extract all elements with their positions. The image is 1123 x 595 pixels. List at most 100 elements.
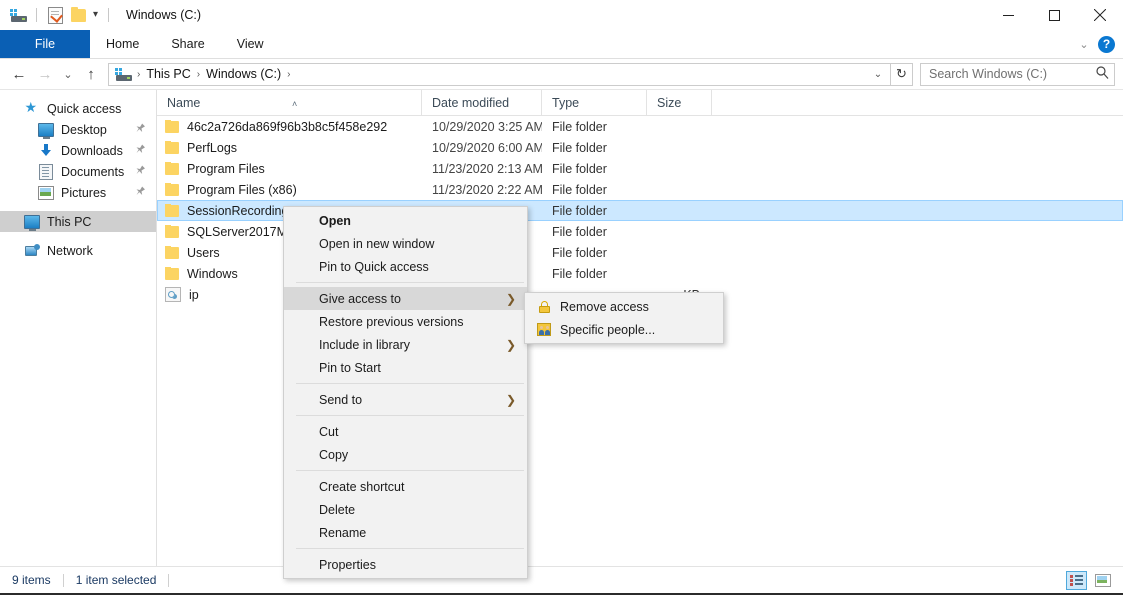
network-icon: [24, 243, 40, 259]
forward-button[interactable]: →: [32, 62, 58, 86]
submenu-item-specific-people[interactable]: Specific people...: [525, 318, 723, 341]
column-header-date-modified[interactable]: Date modified: [422, 90, 542, 116]
context-menu-item-restore-previous-versions[interactable]: Restore previous versions: [284, 310, 527, 333]
search-icon[interactable]: [1096, 66, 1109, 82]
file-name: Windows: [187, 267, 238, 281]
folder-icon: [165, 226, 179, 238]
folder-icon: [165, 163, 179, 175]
file-name-cell: 46c2a726da869f96b3b8c5f458e292: [157, 120, 422, 134]
context-menu-item-properties[interactable]: Properties: [284, 553, 527, 576]
address-dropdown-icon[interactable]: ⌄: [868, 64, 888, 85]
details-view-button[interactable]: [1066, 571, 1087, 590]
explorer-body: Quick access Desktop Downloads Documents: [0, 90, 1123, 566]
up-button[interactable]: ↑: [78, 62, 104, 86]
this-pc-icon[interactable]: [8, 6, 28, 24]
expand-ribbon-chevron-icon[interactable]: ⌄: [1072, 38, 1096, 51]
recent-locations-button[interactable]: ⌄: [58, 62, 78, 86]
breadcrumb-item-this-pc[interactable]: This PC: [142, 67, 194, 81]
context-menu-item-give-access-to[interactable]: Give access to ❯: [284, 287, 527, 310]
back-button[interactable]: ←: [6, 62, 32, 86]
sidebar-item-this-pc[interactable]: This PC: [0, 211, 156, 232]
qat-divider: [36, 8, 37, 22]
help-icon[interactable]: ?: [1098, 36, 1115, 53]
tab-share[interactable]: Share: [155, 30, 220, 58]
sidebar-item-desktop[interactable]: Desktop: [0, 119, 156, 140]
nav-spacer-2: [0, 232, 156, 240]
status-bar: 9 items 1 item selected: [0, 566, 1123, 593]
breadcrumb[interactable]: › This PC › Windows (C:) › ⌄: [108, 63, 891, 86]
item-count-label: 9 items: [12, 573, 51, 587]
maximize-button[interactable]: [1031, 0, 1077, 30]
file-type-cell: File folder: [542, 204, 647, 218]
folder-icon: [165, 184, 179, 196]
quick-access-toolbar: ▾ Windows (C:): [0, 6, 201, 24]
sidebar-item-downloads[interactable]: Downloads: [0, 140, 156, 161]
tab-file[interactable]: File: [0, 30, 90, 58]
search-box[interactable]: Search Windows (C:): [920, 63, 1115, 86]
context-menu-item-include-in-library[interactable]: Include in library ❯: [284, 333, 527, 356]
context-menu-separator: [296, 470, 524, 471]
properties-icon[interactable]: [45, 6, 65, 24]
file-date-cell: 11/23/2020 2:22 AM: [422, 183, 542, 197]
customize-chevron-icon[interactable]: ▾: [91, 10, 100, 20]
table-row[interactable]: Program Files (x86) 11/23/2020 2:22 AM F…: [157, 179, 1123, 200]
file-list-pane: Name ˄ Date modified Type Size 46c2a726d…: [157, 90, 1123, 566]
context-menu-item-pin-to-quick-access[interactable]: Pin to Quick access: [284, 255, 527, 278]
pin-icon[interactable]: [131, 121, 147, 137]
table-row[interactable]: 46c2a726da869f96b3b8c5f458e292 10/29/202…: [157, 116, 1123, 137]
quick-access-star-icon: [24, 101, 40, 117]
view-buttons: [1066, 571, 1113, 590]
refresh-button[interactable]: ↻: [891, 63, 913, 86]
minimize-button[interactable]: [985, 0, 1031, 30]
folder-icon: [165, 121, 179, 133]
file-name: Program Files: [187, 162, 265, 176]
context-menu-item-cut[interactable]: Cut: [284, 420, 527, 443]
breadcrumb-separator-0[interactable]: ›: [135, 69, 142, 80]
context-menu-separator: [296, 383, 524, 384]
tab-home[interactable]: Home: [90, 30, 155, 58]
sidebar-label: Quick access: [47, 102, 121, 116]
context-menu-item-copy[interactable]: Copy: [284, 443, 527, 466]
documents-icon: [38, 164, 54, 180]
file-date-cell: 10/29/2020 3:25 AM: [422, 120, 542, 134]
column-header-size[interactable]: Size: [647, 90, 712, 116]
close-button[interactable]: [1077, 0, 1123, 30]
file-name: 46c2a726da869f96b3b8c5f458e292: [187, 120, 387, 134]
pin-icon[interactable]: [131, 163, 147, 179]
context-menu-item-label: Send to: [319, 393, 362, 407]
table-row[interactable]: Program Files 11/23/2020 2:13 AM File fo…: [157, 158, 1123, 179]
context-menu-item-pin-to-start[interactable]: Pin to Start: [284, 356, 527, 379]
pin-icon[interactable]: [131, 142, 147, 158]
sidebar-label: Network: [47, 244, 93, 258]
sidebar-item-network[interactable]: Network: [0, 240, 156, 261]
context-menu-separator: [296, 415, 524, 416]
new-folder-icon[interactable]: [68, 6, 88, 24]
tab-view[interactable]: View: [221, 30, 280, 58]
address-bar: ← → ⌄ ↑ › This PC › Windows (C:) › ⌄ ↻: [0, 59, 1123, 90]
sort-ascending-icon: ˄: [292, 91, 297, 116]
breadcrumb-separator-2[interactable]: ›: [285, 69, 292, 80]
column-header-type[interactable]: Type: [542, 90, 647, 116]
context-menu-item-delete[interactable]: Delete: [284, 498, 527, 521]
file-type-cell: File folder: [542, 246, 647, 260]
large-icons-view-button[interactable]: [1092, 571, 1113, 590]
column-header-name[interactable]: Name ˄: [157, 90, 422, 116]
context-menu-item-send-to[interactable]: Send to ❯: [284, 388, 527, 411]
sidebar-item-pictures[interactable]: Pictures: [0, 182, 156, 203]
pin-icon[interactable]: [131, 184, 147, 200]
people-icon: [536, 322, 552, 338]
table-row[interactable]: PerfLogs 10/29/2020 6:00 AM File folder: [157, 137, 1123, 158]
sidebar-item-quick-access[interactable]: Quick access: [0, 98, 156, 119]
context-menu-item-open[interactable]: Open: [284, 209, 527, 232]
breadcrumb-separator-1[interactable]: ›: [195, 69, 202, 80]
breadcrumb-item-windows-c[interactable]: Windows (C:): [202, 67, 285, 81]
search-input[interactable]: Search Windows (C:): [929, 67, 1096, 81]
file-icon: [165, 287, 181, 302]
navigation-pane: Quick access Desktop Downloads Documents: [0, 90, 157, 566]
context-menu-item-open-in-new-window[interactable]: Open in new window: [284, 232, 527, 255]
sidebar-item-documents[interactable]: Documents: [0, 161, 156, 182]
this-pc-icon: [24, 214, 40, 230]
context-menu-item-rename[interactable]: Rename: [284, 521, 527, 544]
context-menu-item-create-shortcut[interactable]: Create shortcut: [284, 475, 527, 498]
submenu-item-remove-access[interactable]: Remove access: [525, 295, 723, 318]
